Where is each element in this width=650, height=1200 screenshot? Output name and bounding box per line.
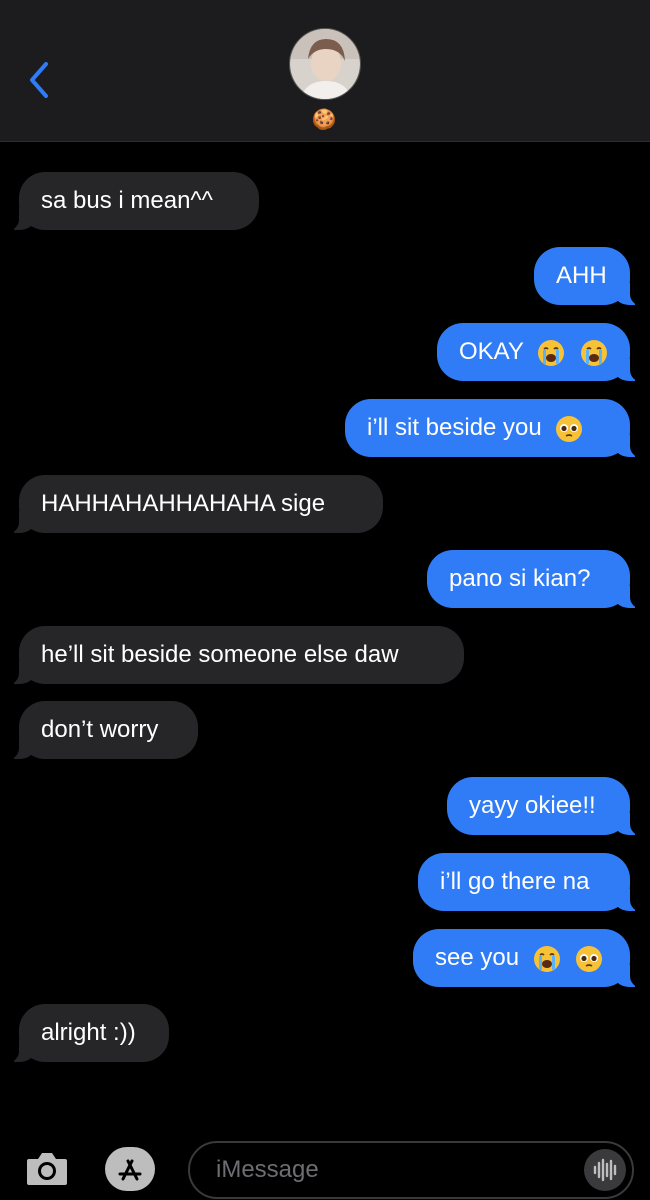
avatar[interactable]	[289, 28, 361, 100]
message-bubble-incoming[interactable]: don’t worry	[7, 701, 198, 760]
app-store-icon	[118, 1159, 142, 1181]
message-input-placeholder: iMessage	[216, 1156, 319, 1183]
message-text: pano si kian?	[449, 565, 591, 592]
message-bubble-outgoing[interactable]: pano si kian?	[427, 550, 642, 609]
message-bubble-outgoing[interactable]: AHH	[534, 247, 642, 306]
message-text: AHH	[556, 262, 607, 289]
conversation-header: 🍪	[0, 0, 650, 142]
message-text: i’ll sit beside you	[367, 414, 542, 441]
message-text: sa bus i mean^^	[41, 187, 213, 214]
message-bubble-outgoing[interactable]: see you	[413, 929, 642, 988]
waveform-icon	[593, 1158, 617, 1182]
pleading-face-icon	[576, 945, 603, 972]
pleading-face-icon	[556, 415, 583, 442]
message-text: i’ll go there na	[440, 868, 590, 895]
message-bubble-incoming[interactable]: alright :))	[7, 1004, 169, 1063]
message-bubble-incoming[interactable]: he’ll sit beside someone else daw	[7, 626, 464, 685]
message-text: OKAY	[459, 338, 524, 365]
message-text: don’t worry	[41, 716, 159, 743]
message-input-field[interactable]: iMessage	[188, 1141, 634, 1199]
camera-button[interactable]	[25, 1149, 69, 1192]
message-text: HAHHAHAHHAHAHA sige	[41, 490, 326, 517]
message-bubble-outgoing[interactable]: yayy okiee!!	[447, 777, 642, 836]
app-store-button[interactable]	[105, 1147, 155, 1191]
composer-bar: iMessage	[0, 1133, 650, 1200]
message-text: yayy okiee!!	[469, 792, 596, 819]
message-bubble-outgoing[interactable]: i’ll go there na	[418, 853, 642, 912]
loudly-crying-face-icon	[533, 945, 560, 972]
message-bubble-outgoing[interactable]: i’ll sit beside you	[345, 399, 642, 458]
message-text: see you	[435, 944, 520, 971]
contact-name-emoji[interactable]: 🍪	[310, 106, 338, 134]
message-bubble-outgoing[interactable]: OKAY	[437, 323, 642, 382]
back-button[interactable]	[22, 58, 58, 102]
camera-icon	[27, 1153, 67, 1185]
message-bubble-incoming[interactable]: sa bus i mean^^	[7, 172, 259, 231]
message-text: he’ll sit beside someone else daw	[41, 641, 399, 668]
message-text: alright :))	[41, 1019, 136, 1046]
chevron-left-icon	[30, 62, 48, 98]
loudly-crying-face-icon	[580, 339, 607, 366]
message-bubble-incoming[interactable]: HAHHAHAHHAHAHA sige	[7, 475, 383, 534]
loudly-crying-face-icon	[538, 339, 565, 366]
audio-message-button[interactable]	[584, 1149, 626, 1191]
